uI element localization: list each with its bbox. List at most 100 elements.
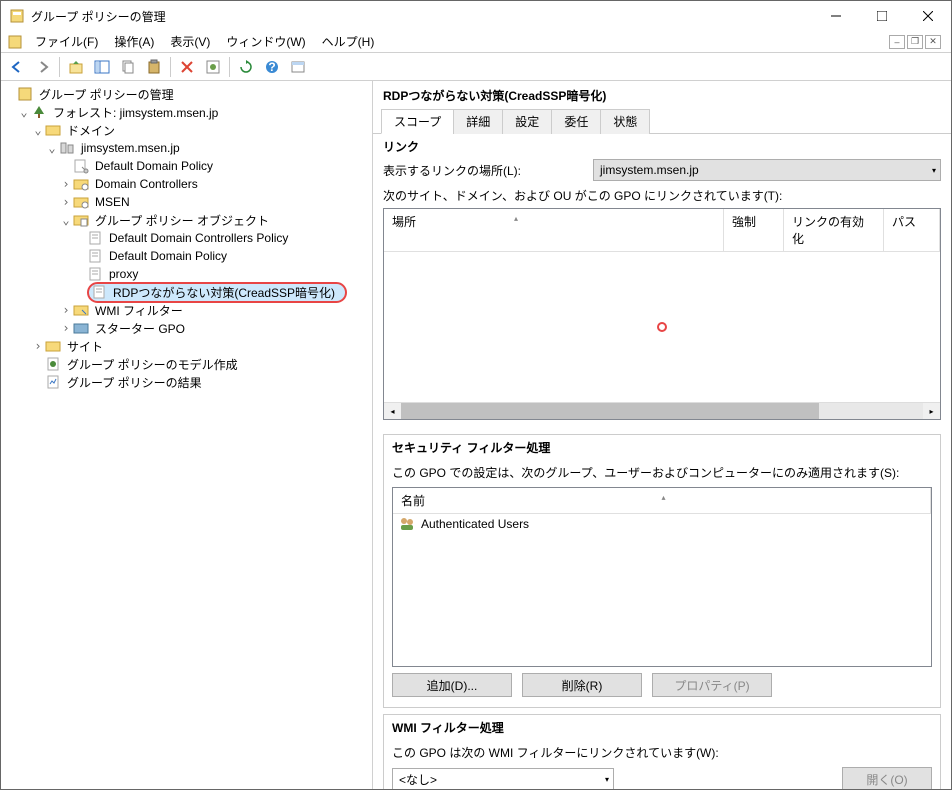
scroll-left-icon[interactable]: ◂: [384, 403, 401, 419]
link-list[interactable]: 場所▴ 強制 リンクの有効化 パス ◂ ▸: [383, 208, 941, 420]
tree-ddp[interactable]: Default Domain Policy: [93, 159, 215, 173]
link-section: リンク 表示するリンクの場所(L): jimsystem.msen.jp ▾ 次…: [373, 134, 951, 428]
menu-file[interactable]: ファイル(F): [27, 31, 106, 52]
refresh-button[interactable]: [234, 55, 258, 79]
tree-sites[interactable]: サイト: [65, 338, 105, 355]
users-icon: [399, 516, 415, 532]
chevron-down-icon: ▾: [605, 775, 609, 784]
nav-tree[interactable]: グループ ポリシーの管理 ⌄ フォレスト: jimsystem.msen.jp ⌄…: [1, 81, 373, 789]
forward-button[interactable]: [31, 55, 55, 79]
horizontal-scrollbar[interactable]: ◂ ▸: [384, 402, 940, 419]
sites-icon: [45, 338, 61, 354]
starter-gpo-icon: [73, 320, 89, 336]
expand-icon[interactable]: ›: [59, 177, 73, 191]
collapse-icon[interactable]: ⌄: [31, 123, 45, 137]
tree-ddp2[interactable]: Default Domain Policy: [107, 249, 229, 263]
help-button[interactable]: ?: [260, 55, 284, 79]
detail-pane: RDPつながらない対策(CreadSSP暗号化) スコープ 詳細 設定 委任 状…: [373, 81, 951, 789]
properties-button[interactable]: [201, 55, 225, 79]
collapse-icon[interactable]: ⌄: [59, 213, 73, 227]
collapse-icon[interactable]: ⌄: [45, 141, 59, 155]
tree-domain[interactable]: jimsystem.msen.jp: [79, 141, 182, 155]
menu-action[interactable]: 操作(A): [106, 31, 162, 52]
wmi-folder-icon: [73, 302, 89, 318]
menu-help[interactable]: ヘルプ(H): [314, 31, 383, 52]
window-button[interactable]: [286, 55, 310, 79]
mdi-close[interactable]: ✕: [925, 35, 941, 49]
col-enable[interactable]: リンクの有効化: [784, 209, 884, 251]
paste-button[interactable]: [142, 55, 166, 79]
col-name[interactable]: 名前▴: [393, 488, 931, 513]
security-filter-group: セキュリティ フィルター処理 この GPO での設定は、次のグループ、ユーザーお…: [383, 434, 941, 708]
link-list-body: [384, 252, 940, 402]
tree-result[interactable]: グループ ポリシーの結果: [65, 374, 204, 391]
link-list-header: 場所▴ 強制 リンクの有効化 パス: [384, 209, 940, 252]
tree-gpo[interactable]: グループ ポリシー オブジェクト: [93, 212, 271, 229]
mmc-icon: [7, 34, 23, 50]
detail-title: RDPつながらない対策(CreadSSP暗号化): [373, 81, 951, 108]
back-button[interactable]: [5, 55, 29, 79]
col-path[interactable]: パス: [884, 209, 940, 251]
tab-scope[interactable]: スコープ: [381, 109, 454, 134]
link-heading: リンク: [383, 138, 941, 155]
link-location-label: 表示するリンクの場所(L):: [383, 162, 583, 179]
copy-button[interactable]: [116, 55, 140, 79]
col-force[interactable]: 強制: [724, 209, 784, 251]
gpmc-icon: [17, 86, 33, 102]
link-location-combo[interactable]: jimsystem.msen.jp ▾: [593, 159, 941, 181]
security-item[interactable]: Authenticated Users: [393, 514, 931, 534]
annotation-circle: [657, 322, 667, 332]
remove-button[interactable]: 削除(R): [522, 673, 642, 697]
tree-root[interactable]: グループ ポリシーの管理: [37, 86, 176, 103]
tree-wmi[interactable]: WMI フィルター: [93, 302, 185, 319]
show-hide-tree-button[interactable]: [90, 55, 114, 79]
maximize-button[interactable]: [859, 1, 905, 31]
expand-icon[interactable]: ›: [31, 339, 45, 353]
menu-view[interactable]: 表示(V): [162, 31, 218, 52]
wmi-combo-value: <なし>: [399, 771, 437, 788]
up-button[interactable]: [64, 55, 88, 79]
sort-asc-icon: ▴: [514, 214, 518, 223]
open-button: 開く(O): [842, 767, 932, 789]
expand-icon[interactable]: ›: [59, 303, 73, 317]
gpo-icon: [87, 266, 103, 282]
domain-icon: [59, 140, 75, 156]
tree-msen[interactable]: MSEN: [93, 195, 132, 209]
tab-delegate[interactable]: 委任: [551, 109, 601, 134]
scroll-right-icon[interactable]: ▸: [923, 403, 940, 419]
minimize-button[interactable]: [813, 1, 859, 31]
security-list[interactable]: 名前▴ Authenticated Users: [392, 487, 932, 667]
gpo-icon: [91, 284, 107, 300]
tab-detail[interactable]: 詳細: [453, 109, 503, 134]
expand-icon[interactable]: ›: [59, 195, 73, 209]
wmi-combo[interactable]: <なし> ▾: [392, 768, 614, 789]
results-icon: [45, 374, 61, 390]
tree-proxy[interactable]: proxy: [107, 267, 140, 281]
expand-icon[interactable]: ›: [59, 321, 73, 335]
tab-status[interactable]: 状態: [600, 109, 650, 134]
tree-selected-item[interactable]: RDPつながらない対策(CreadSSP暗号化): [87, 282, 347, 303]
tree-dc[interactable]: Domain Controllers: [93, 177, 200, 191]
gpo-link-icon: [73, 158, 89, 174]
tree-rdp: RDPつながらない対策(CreadSSP暗号化): [111, 284, 337, 301]
tab-settings[interactable]: 設定: [502, 109, 552, 134]
app-icon: [9, 8, 25, 24]
tree-model[interactable]: グループ ポリシーのモデル作成: [65, 356, 240, 373]
gpo-icon: [87, 230, 103, 246]
mdi-minimize[interactable]: –: [889, 35, 905, 49]
col-location[interactable]: 場所▴: [384, 209, 724, 251]
chevron-down-icon: ▾: [932, 166, 936, 175]
scrollbar-thumb[interactable]: [401, 403, 819, 419]
close-button[interactable]: [905, 1, 951, 31]
properties-button: プロパティ(P): [652, 673, 772, 697]
security-item-label: Authenticated Users: [421, 517, 529, 531]
menu-window[interactable]: ウィンドウ(W): [218, 31, 313, 52]
tree-forest[interactable]: フォレスト: jimsystem.msen.jp: [51, 104, 220, 121]
tree-starter[interactable]: スターター GPO: [93, 320, 187, 337]
tree-ddcp[interactable]: Default Domain Controllers Policy: [107, 231, 290, 245]
delete-button[interactable]: [175, 55, 199, 79]
add-button[interactable]: 追加(D)...: [392, 673, 512, 697]
tree-domains[interactable]: ドメイン: [65, 122, 117, 139]
mdi-restore[interactable]: ❐: [907, 35, 923, 49]
collapse-icon[interactable]: ⌄: [17, 105, 31, 119]
